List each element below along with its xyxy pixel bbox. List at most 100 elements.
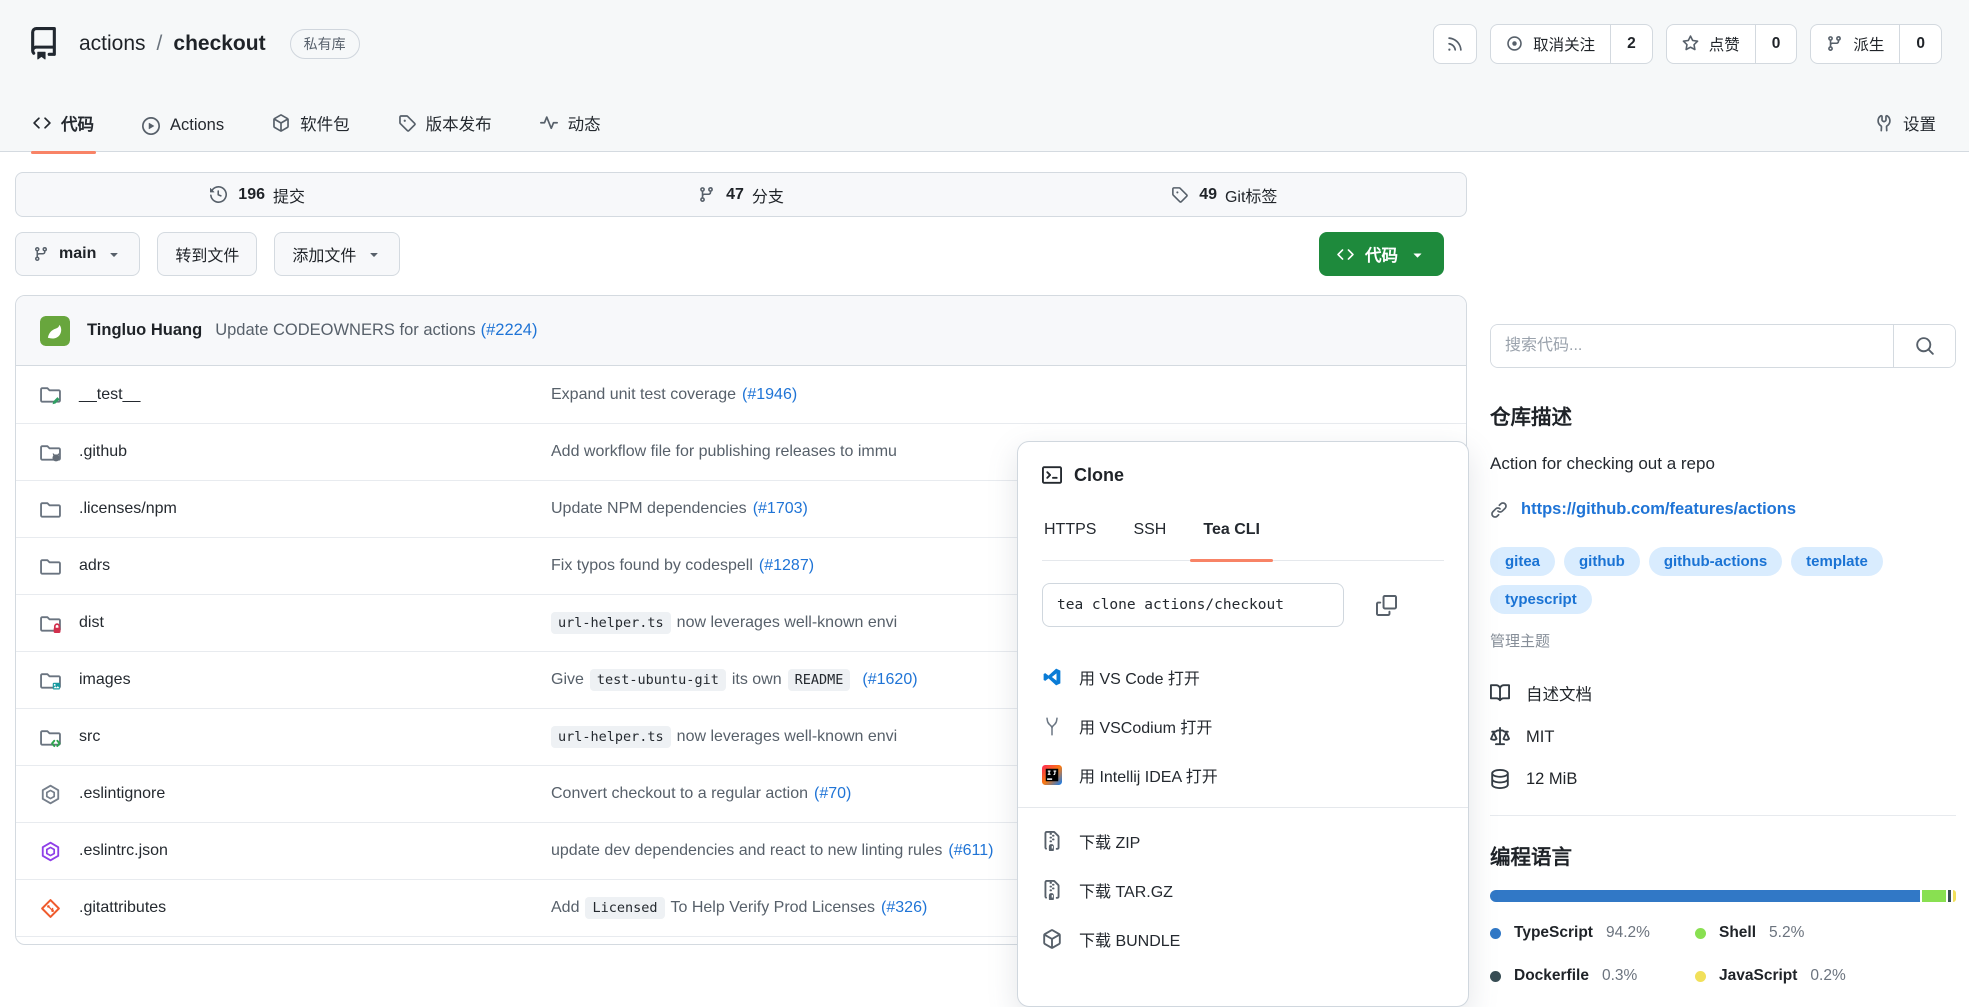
menu-item[interactable]: 用 Intellij IDEA 打开 (1042, 750, 1444, 799)
add-file-button[interactable]: 添加文件 (274, 232, 400, 276)
menu-item[interactable]: 下载 BUNDLE (1042, 914, 1444, 963)
menu-item-label: 下载 ZIP (1079, 829, 1140, 853)
repo-icon (27, 27, 60, 60)
menu-item[interactable]: 下载 TAR.GZ (1042, 865, 1444, 914)
manage-topics-link[interactable]: 管理主题 (1490, 630, 1956, 651)
file-link[interactable]: .gitattributes (79, 899, 166, 917)
file-link[interactable]: .licenses/npm (79, 500, 177, 518)
latest-commit-row[interactable]: Tingluo Huang Update CODEOWNERS for acti… (16, 296, 1466, 366)
file-link[interactable]: .github (79, 443, 127, 461)
file-link[interactable]: adrs (79, 557, 110, 575)
file-link[interactable]: src (79, 728, 100, 746)
language-legend-javascript[interactable]: JavaScript0.2% (1695, 967, 1956, 985)
fork-count[interactable]: 0 (1899, 25, 1941, 63)
vscodium-icon (1042, 716, 1062, 736)
message-text: update dev dependencies and react to new… (551, 842, 942, 860)
website-link[interactable]: https://github.com/features/actions (1521, 500, 1796, 519)
file-link[interactable]: .eslintignore (79, 785, 165, 803)
stat-分支[interactable]: 47分支 (499, 173, 982, 216)
goto-file-button[interactable]: 转到文件 (157, 232, 257, 276)
repo-stats-bar: 196提交47分支49Git标签 (15, 172, 1467, 217)
clone-tab-ssh[interactable]: SSH (1131, 518, 1168, 560)
topic-github[interactable]: github (1564, 547, 1640, 576)
repo-owner-link[interactable]: actions (79, 32, 146, 56)
tab-代码[interactable]: 代码 (31, 111, 96, 152)
file-link[interactable]: dist (79, 614, 104, 632)
language-percent: 94.2% (1606, 924, 1650, 942)
eslint-purple-icon (40, 841, 61, 862)
menu-item[interactable]: 下载 ZIP (1042, 816, 1444, 865)
stat-提交[interactable]: 196提交 (16, 173, 499, 216)
meta-item[interactable]: 12 MiB (1490, 769, 1956, 789)
copy-clone-command-button[interactable] (1366, 585, 1406, 625)
stat-Git标签[interactable]: 49Git标签 (983, 173, 1466, 216)
fork-button[interactable]: 派生 0 (1810, 24, 1942, 64)
language-legend-typescript[interactable]: TypeScript94.2% (1490, 924, 1695, 942)
issue-link[interactable]: (#70) (814, 785, 851, 803)
repo-title-row: actions / checkout 私有库 取消关注 2 点赞 0 (27, 0, 1942, 87)
language-legend-shell[interactable]: Shell5.2% (1695, 924, 1956, 942)
language-legend: TypeScript94.2%Shell5.2% Dockerfile0.3%Ja… (1490, 924, 1956, 985)
issue-link[interactable]: (#1703) (753, 500, 808, 518)
issue-link[interactable]: (#1287) (759, 557, 814, 575)
commit-author[interactable]: Tingluo Huang (87, 321, 202, 340)
star-button[interactable]: 点赞 0 (1666, 24, 1798, 64)
menu-item[interactable]: 用 VSCodium 打开 (1042, 701, 1444, 750)
language-color-dot (1695, 928, 1706, 939)
main-content: 196提交47分支49Git标签 main 转到文件 添加文件 代码 (0, 152, 1969, 945)
message-text: Fix typos found by codespell (551, 557, 753, 575)
search-button[interactable] (1893, 325, 1955, 367)
search-input[interactable] (1491, 325, 1893, 367)
meta-item[interactable]: MIT (1490, 727, 1956, 747)
fork-icon (1826, 35, 1843, 52)
language-legend-dockerfile[interactable]: Dockerfile0.3% (1490, 967, 1695, 985)
message-text: Convert checkout to a regular action (551, 785, 808, 803)
file-link[interactable]: __test__ (79, 386, 140, 404)
clone-tab-https[interactable]: HTTPS (1042, 518, 1098, 560)
issue-link[interactable]: (#1946) (742, 386, 797, 404)
file-name-cell: .gitattributes (16, 898, 551, 919)
tab-actions[interactable]: Actions (140, 116, 226, 152)
topic-gitea[interactable]: gitea (1490, 547, 1555, 576)
add-file-label: 添加文件 (292, 242, 356, 266)
code-icon (33, 114, 51, 132)
watch-count[interactable]: 2 (1610, 25, 1652, 63)
branch-selector[interactable]: main (15, 232, 140, 276)
code-dropdown-button[interactable]: 代码 (1319, 232, 1444, 276)
tab-动态[interactable]: 动态 (538, 111, 603, 152)
topic-template[interactable]: template (1791, 547, 1883, 576)
language-color-dot (1695, 971, 1706, 982)
repo-tabs: 代码 Actions 软件包 版本发布 动态 设置 (27, 87, 1942, 152)
file-link[interactable]: images (79, 671, 131, 689)
stat-value: 47 (726, 186, 744, 204)
topic-typescript[interactable]: typescript (1490, 585, 1592, 614)
issue-link[interactable]: (#611) (948, 842, 993, 860)
language-percent: 0.2% (1810, 967, 1845, 985)
branch-icon (33, 246, 49, 262)
clone-tab-tea-cli[interactable]: Tea CLI (1201, 518, 1262, 560)
tab-settings[interactable]: 设置 (1873, 111, 1938, 152)
issue-link[interactable]: (#326) (881, 899, 927, 917)
clone-protocol-tabs: HTTPS SSH Tea CLI (1042, 518, 1444, 561)
topic-github-actions[interactable]: github-actions (1649, 547, 1782, 576)
play-icon (142, 117, 160, 135)
clone-command-row (1042, 583, 1444, 627)
meta-item[interactable]: 自述文档 (1490, 681, 1956, 705)
star-count[interactable]: 0 (1755, 25, 1797, 63)
tab-软件包[interactable]: 软件包 (270, 111, 352, 152)
tab-版本发布[interactable]: 版本发布 (396, 111, 494, 152)
commit-message: Update CODEOWNERS for actions (#2224) (215, 321, 537, 340)
file-name-cell: .eslintrc.json (16, 841, 551, 862)
menu-item[interactable]: 用 VS Code 打开 (1042, 652, 1444, 701)
menu-item-label: 下载 TAR.GZ (1079, 878, 1173, 902)
watch-button[interactable]: 取消关注 2 (1490, 24, 1653, 64)
rss-button[interactable] (1433, 24, 1477, 64)
message-text: Update NPM dependencies (551, 500, 747, 518)
code-chip: README (788, 669, 851, 691)
file-link[interactable]: .eslintrc.json (79, 842, 168, 860)
clone-command-input[interactable] (1042, 583, 1344, 627)
topic-list: gitea github github-actions template typescr… (1490, 547, 1956, 614)
issue-link[interactable]: (#1620) (862, 671, 917, 689)
repo-name-link[interactable]: checkout (173, 32, 265, 56)
issue-link[interactable]: (#2224) (481, 321, 538, 340)
